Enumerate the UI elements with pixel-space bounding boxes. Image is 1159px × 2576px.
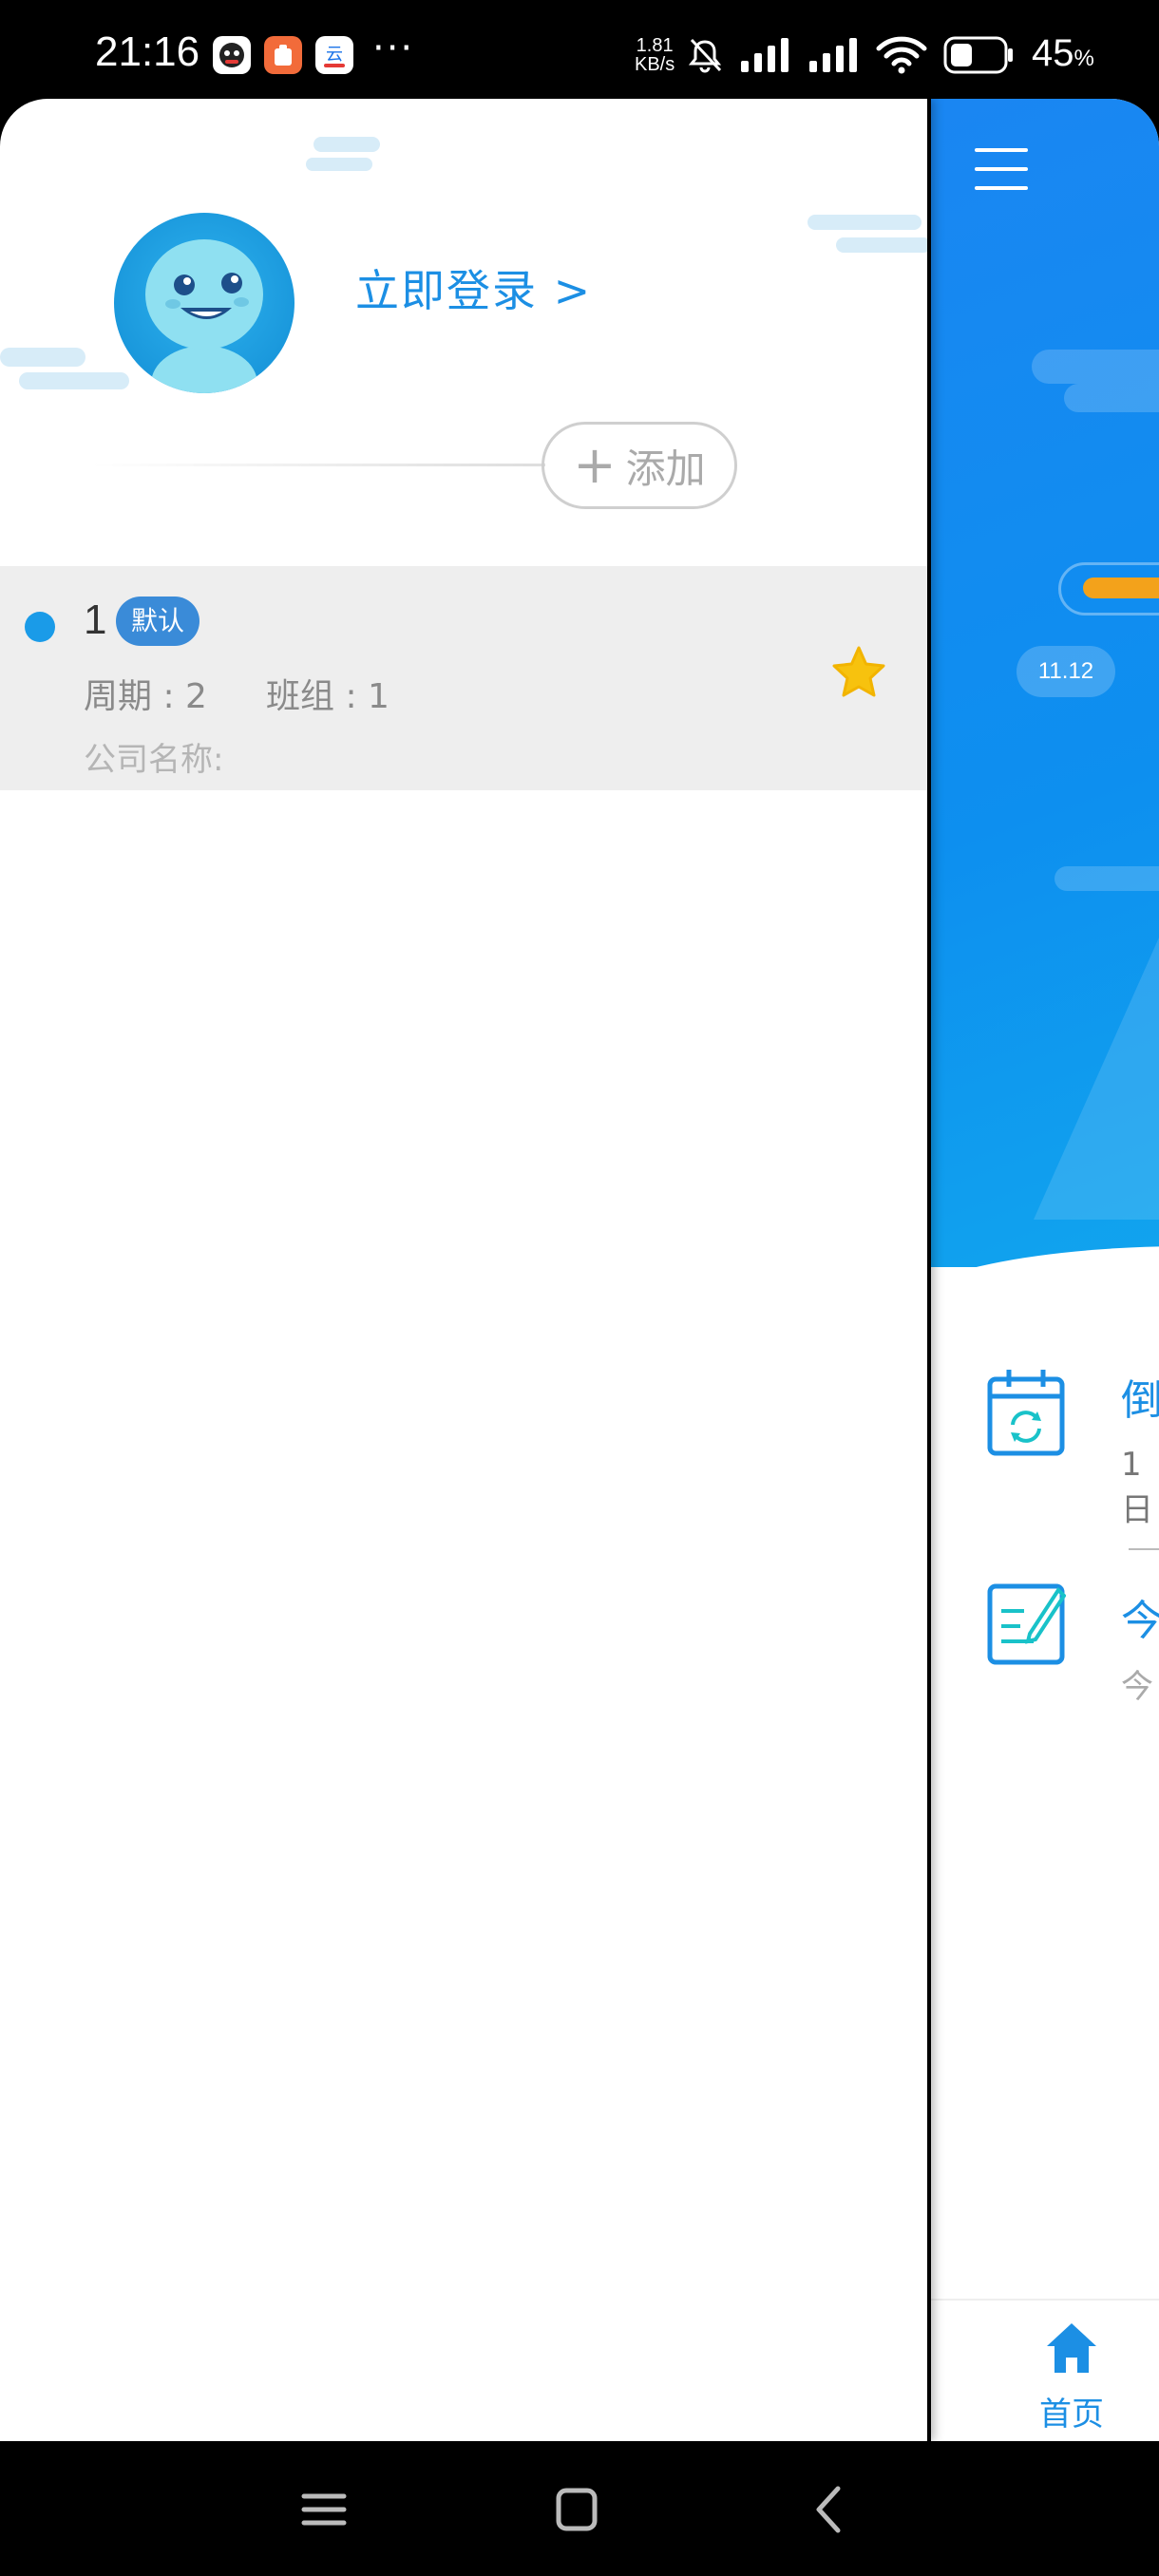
- cloud-decoration: [1032, 350, 1159, 384]
- progress-bar: [1083, 578, 1159, 598]
- battery-percentage: 45%: [1032, 32, 1094, 75]
- menu-icon[interactable]: [975, 148, 1028, 192]
- cloud-decoration: [808, 215, 922, 230]
- status-bar: 21:16 云 ··· 1.81 KB/s 45%: [0, 0, 1159, 99]
- card-divider: [1129, 1548, 1159, 1550]
- item-name: 1: [84, 597, 107, 643]
- date-pill: 11.12: [1016, 646, 1115, 697]
- network-speed-unit: KB/s: [635, 54, 675, 75]
- network-speed: 1.81 KB/s: [635, 36, 674, 74]
- battery-value: 45: [1032, 32, 1074, 74]
- app-notification-icon: [264, 36, 302, 74]
- app-notification-icon: 云: [315, 36, 353, 74]
- system-navigation-bar: [0, 2441, 1159, 2576]
- item-team: 班组 : 1: [266, 677, 390, 716]
- card-title[interactable]: 倒: [1121, 1366, 1159, 1427]
- signal-icon: [741, 38, 788, 72]
- divider-line: [91, 464, 545, 466]
- cloud-decoration: [836, 237, 927, 253]
- nav-home-label[interactable]: 首页: [1039, 2388, 1104, 2434]
- star-icon[interactable]: [830, 644, 887, 701]
- main-screen[interactable]: 11.12 倒 1 日 今 今 首页: [931, 99, 1159, 2441]
- app-notification-icon: [213, 36, 251, 74]
- battery-icon: [943, 36, 1013, 74]
- home-icon[interactable]: [1043, 2320, 1100, 2377]
- plus-icon: +: [573, 435, 617, 495]
- svg-text:云: 云: [326, 45, 343, 65]
- side-drawer: 立即登录 > + 添加 1 默认 周期 : 2 班组 : 1 公司名称:: [0, 99, 927, 2441]
- calendar-refresh-icon: [987, 1370, 1065, 1456]
- wifi-icon: [876, 36, 927, 74]
- item-period: 周期 : 2: [84, 677, 207, 716]
- item-company: 公司名称:: [84, 741, 224, 779]
- back-icon[interactable]: [796, 2479, 863, 2540]
- card-subtitle: 1 日: [1121, 1446, 1153, 1529]
- home-button-icon[interactable]: [543, 2479, 610, 2540]
- cloud-decoration: [0, 348, 86, 367]
- status-time: 21:16: [95, 28, 200, 75]
- login-link[interactable]: 立即登录 >: [355, 256, 592, 319]
- add-button-label: 添加: [625, 445, 706, 492]
- hero-banner: 11.12: [931, 99, 1159, 1267]
- avatar-mascot-icon: [145, 239, 263, 393]
- status-icons: [686, 34, 1015, 76]
- bottom-navigation: 首页: [931, 2299, 1159, 2441]
- more-notifications-icon: ···: [372, 27, 415, 70]
- cloud-decoration: [314, 137, 380, 152]
- battery-unit: %: [1074, 46, 1094, 71]
- edit-note-icon: [987, 1583, 1066, 1665]
- selected-dot-icon: [25, 612, 55, 642]
- cloud-decoration: [1064, 384, 1159, 412]
- mountain-decoration: [1034, 878, 1159, 1220]
- list-item[interactable]: 1 默认 周期 : 2 班组 : 1 公司名称:: [0, 566, 927, 790]
- card-subtitle: 今: [1121, 1668, 1153, 1706]
- add-button[interactable]: + 添加: [542, 422, 737, 509]
- cloud-decoration: [19, 372, 129, 389]
- signal-icon: [809, 38, 857, 72]
- avatar[interactable]: [114, 213, 294, 393]
- mute-icon: [688, 38, 722, 73]
- card-title[interactable]: 今: [1121, 1586, 1159, 1647]
- cloud-decoration: [306, 158, 372, 171]
- network-speed-value: 1.81: [636, 35, 674, 56]
- default-badge: 默认: [116, 597, 200, 646]
- recent-apps-icon[interactable]: [291, 2479, 357, 2540]
- notification-app-icons: 云: [213, 36, 353, 74]
